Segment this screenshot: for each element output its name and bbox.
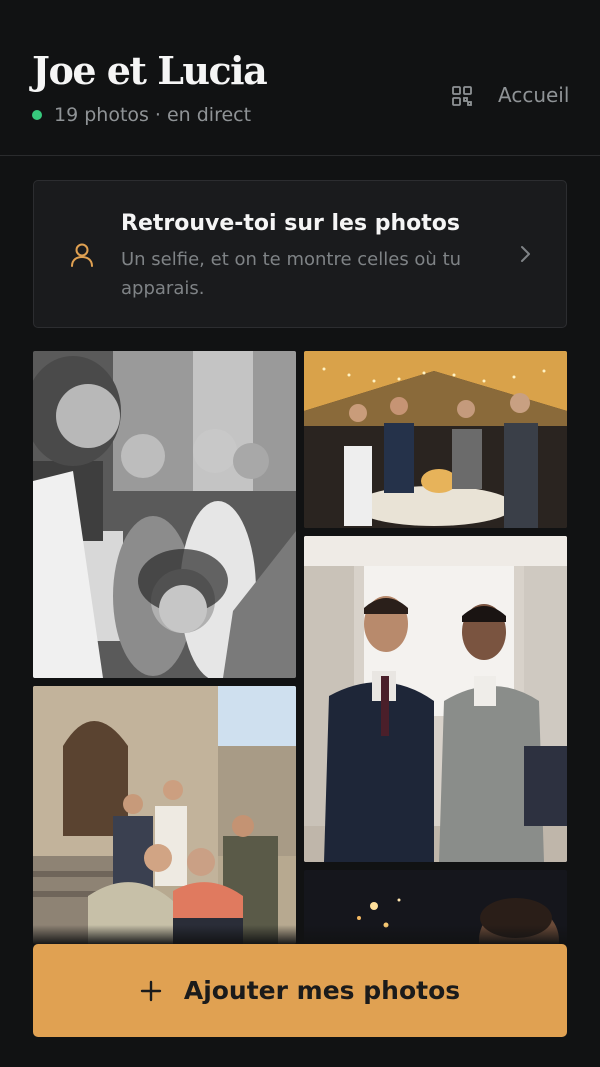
find-yourself-card[interactable]: Retrouve-toi sur les photos Un selfie, e… (33, 180, 567, 328)
qr-code-icon[interactable] (450, 84, 474, 108)
chevron-right-icon (514, 243, 536, 265)
gallery-photo[interactable] (304, 351, 567, 528)
app-header: Joe et Lucia 19 photos · en direct Accue… (0, 0, 600, 156)
plus-icon (140, 980, 162, 1002)
add-photos-label: Ajouter mes photos (183, 976, 461, 1005)
photo-church-group (33, 686, 296, 944)
photo-count: 19 photos (54, 104, 149, 126)
album-title: Joe et Lucia (32, 48, 268, 93)
photo-toast-dinner (304, 351, 567, 528)
gallery-fade (0, 925, 600, 945)
album-status: 19 photos · en direct (32, 104, 251, 126)
live-dot (32, 110, 42, 120)
home-link[interactable]: Accueil (498, 83, 569, 107)
find-card-title: Retrouve-toi sur les photos (121, 211, 460, 236)
photo-bridal-party (33, 351, 296, 678)
live-label: en direct (166, 104, 252, 126)
photo-two-men-suits (304, 536, 567, 862)
status-separator: · (154, 104, 161, 126)
gallery-photo[interactable] (33, 351, 296, 678)
gallery-photo[interactable] (33, 686, 296, 944)
gallery-photo[interactable] (304, 536, 567, 862)
person-icon (68, 241, 96, 269)
find-card-subtitle: Un selfie, et on te montre celles où tu … (121, 249, 462, 299)
add-photos-button[interactable]: Ajouter mes photos (33, 944, 567, 1037)
